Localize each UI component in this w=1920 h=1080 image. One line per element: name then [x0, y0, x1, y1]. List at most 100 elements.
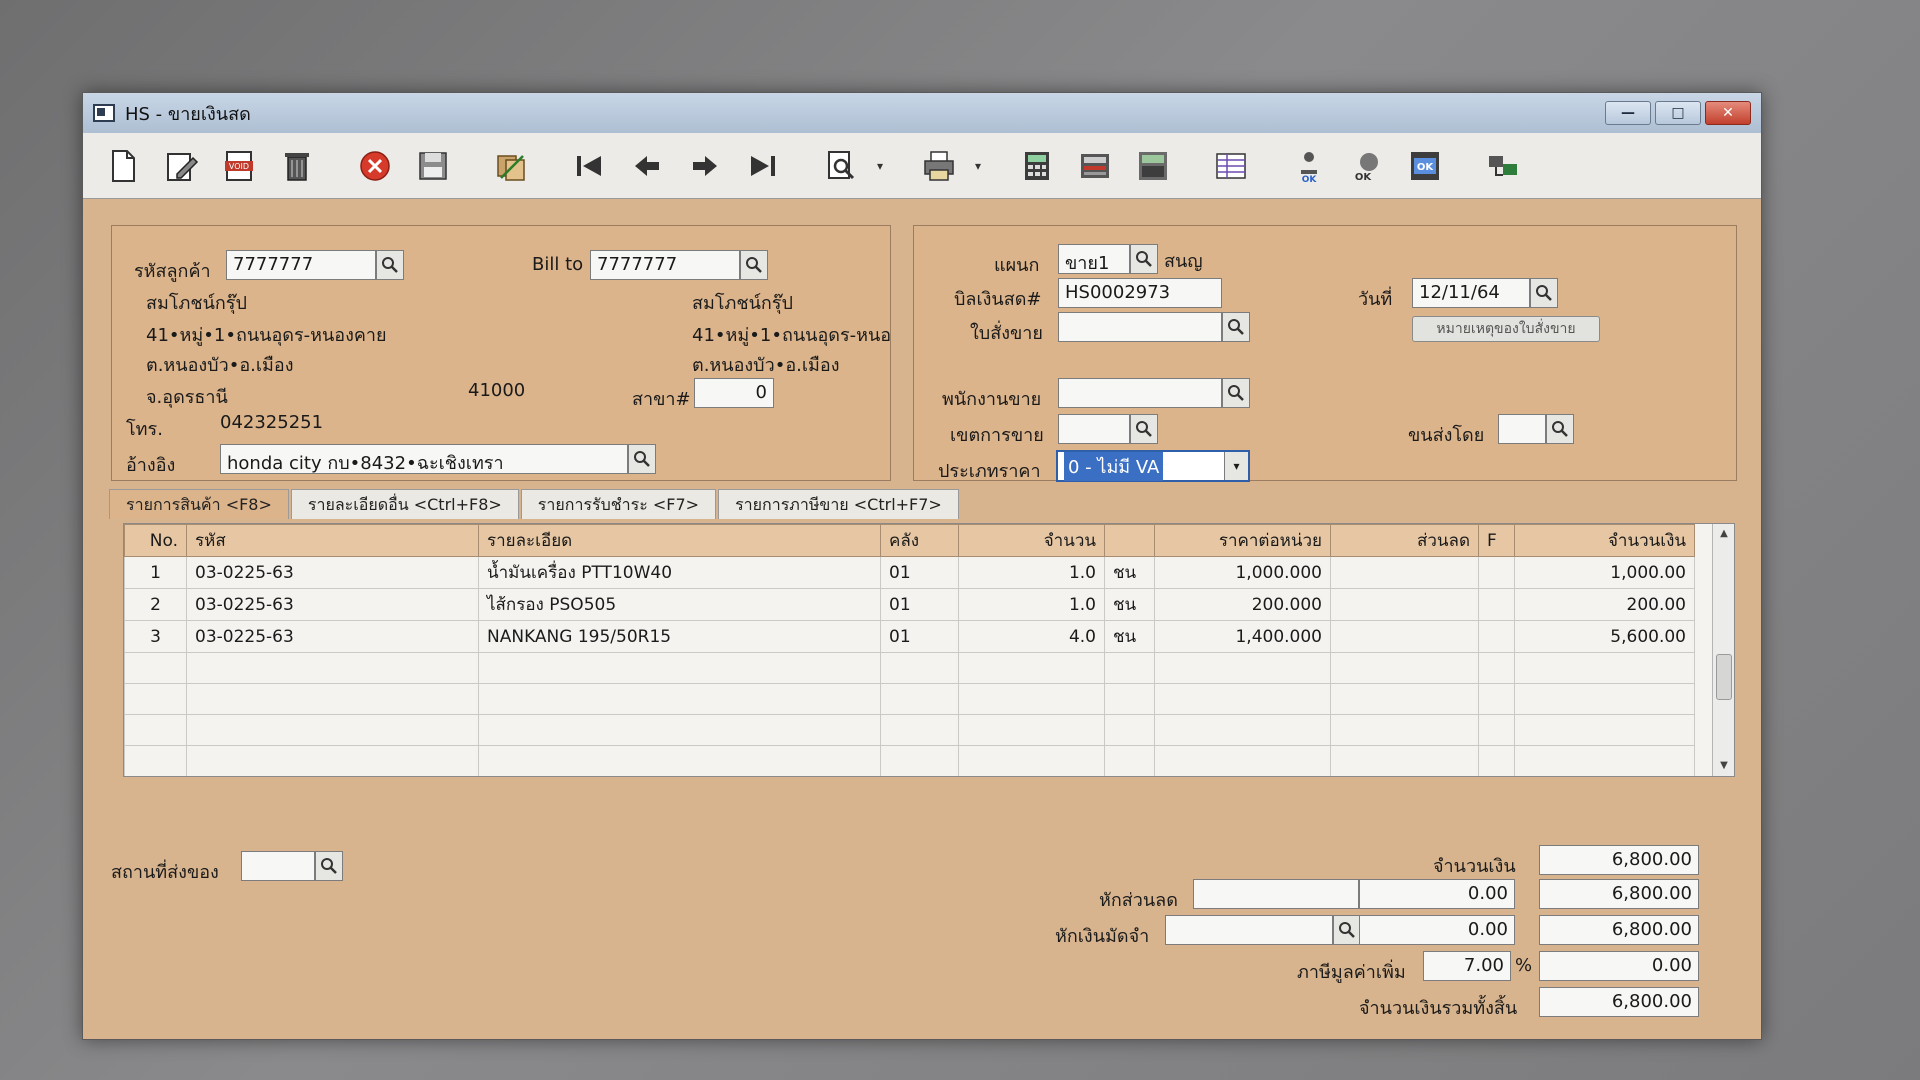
sales-order-search-icon[interactable] — [1222, 312, 1250, 342]
col-flag[interactable]: F — [1478, 524, 1515, 557]
window-title: HS - ขายเงินสด — [125, 103, 251, 125]
shipper-field[interactable] — [1498, 414, 1546, 444]
date-picker-icon[interactable] — [1530, 278, 1558, 308]
customer-code-field[interactable]: 7777777 — [226, 250, 376, 280]
department-search-icon[interactable] — [1130, 244, 1158, 274]
ok-icon[interactable]: OK — [1399, 141, 1451, 191]
deposit-search-icon[interactable] — [1333, 915, 1361, 945]
col-unit[interactable] — [1104, 524, 1155, 557]
price-type-value: 0 - ไม่มี VA — [1064, 451, 1164, 481]
balance-icon[interactable] — [1127, 141, 1179, 191]
tab-other-details[interactable]: รายละเอียดอื่น <Ctrl+F8> — [290, 489, 519, 519]
cell-unit: ชน — [1104, 588, 1155, 621]
discount-label: หักส่วนลด — [1099, 890, 1178, 911]
network-icon[interactable] — [1477, 141, 1529, 191]
grand-total-label: จำนวนเงินรวมทั้งสิ้น — [1359, 998, 1518, 1019]
table-row[interactable]: 1 03-0225-63 น้ำมันเครื่อง PTT10W40 01 1… — [124, 556, 1695, 589]
tab-product-items[interactable]: รายการสินค้า <F8> — [109, 489, 289, 519]
table-row[interactable] — [124, 652, 1695, 684]
billto-search-icon[interactable] — [740, 250, 768, 280]
scroll-up-icon[interactable]: ▲ — [1713, 524, 1734, 544]
customer-address-2: ต.หนองบัว•อ.เมือง — [146, 355, 294, 376]
sales-area-field[interactable] — [1058, 414, 1130, 444]
department-field[interactable]: ขาย1 — [1058, 244, 1130, 274]
table-row[interactable] — [124, 714, 1695, 746]
col-discount[interactable]: ส่วนลด — [1330, 524, 1479, 557]
sales-area-search-icon[interactable] — [1130, 414, 1158, 444]
col-amount[interactable]: จำนวนเงิน — [1514, 524, 1695, 557]
col-description[interactable]: รายละเอียด — [478, 524, 881, 557]
first-record-icon[interactable] — [563, 141, 615, 191]
scroll-down-icon[interactable]: ▼ — [1713, 756, 1734, 776]
maximize-button[interactable]: □ — [1655, 101, 1701, 125]
date-field[interactable]: 12/11/64 — [1412, 278, 1530, 308]
printer-icon[interactable] — [913, 141, 965, 191]
col-no[interactable]: No. — [124, 524, 187, 557]
close-button[interactable]: ✕ — [1705, 101, 1751, 125]
table-row[interactable] — [124, 683, 1695, 715]
search-document-icon[interactable] — [815, 141, 867, 191]
approve-icon[interactable]: OK — [1283, 141, 1335, 191]
col-unit-price[interactable]: ราคาต่อหน่วย — [1154, 524, 1331, 557]
table-row[interactable] — [124, 745, 1695, 776]
cell-no: 3 — [124, 620, 187, 653]
discount-text-field[interactable] — [1193, 879, 1359, 909]
branch-label: สาขา# — [632, 389, 691, 410]
cell-description: NANKANG 195/50R15 — [478, 620, 881, 653]
customer-search-icon[interactable] — [376, 250, 404, 280]
copy-transfer-icon[interactable] — [485, 141, 537, 191]
next-record-icon[interactable] — [679, 141, 731, 191]
tab-sales-tax[interactable]: รายการภาษีขาย <Ctrl+F7> — [718, 489, 959, 519]
cancel-icon[interactable] — [349, 141, 401, 191]
shipper-search-icon[interactable] — [1546, 414, 1574, 444]
cell-discount — [1330, 620, 1479, 653]
after-deposit-field: 6,800.00 — [1539, 915, 1699, 945]
edit-icon[interactable] — [155, 141, 207, 191]
cash-bill-field[interactable]: HS0002973 — [1058, 278, 1222, 308]
deposit-amount-field[interactable]: 0.00 — [1359, 915, 1515, 945]
delete-trash-icon[interactable] — [271, 141, 323, 191]
table-row[interactable]: 2 03-0225-63 ไส้กรอง PSO505 01 1.0 ชน 20… — [124, 588, 1695, 621]
col-code[interactable]: รหัส — [186, 524, 479, 557]
void-icon[interactable]: VOID — [213, 141, 265, 191]
tab-payments[interactable]: รายการรับชำระ <F7> — [520, 489, 717, 519]
save-icon[interactable] — [407, 141, 459, 191]
ship-place-search-icon[interactable] — [315, 851, 343, 881]
vat-rate-field[interactable]: 7.00 — [1423, 951, 1511, 981]
salesman-search-icon[interactable] — [1222, 378, 1250, 408]
app-icon — [93, 104, 115, 122]
col-warehouse[interactable]: คลัง — [880, 524, 959, 557]
minimize-button[interactable]: — — [1605, 101, 1651, 125]
reference-search-icon[interactable] — [628, 444, 656, 474]
sales-order-field[interactable] — [1058, 312, 1222, 342]
price-type-dropdown-arrow[interactable]: ▾ — [1224, 452, 1248, 480]
amount-field: 6,800.00 — [1539, 845, 1699, 875]
table-row[interactable]: 3 03-0225-63 NANKANG 195/50R15 01 4.0 ชน… — [124, 620, 1695, 653]
reference-field[interactable]: honda city กบ•8432•ฉะเชิงเทรา — [220, 444, 628, 474]
last-record-icon[interactable] — [737, 141, 789, 191]
billto-address-1: 41•หมู่•1•ถนนอุดร-หนอ — [692, 325, 892, 346]
col-quantity[interactable]: จำนวน — [958, 524, 1105, 557]
print-dropdown-arrow[interactable]: ▾ — [971, 141, 985, 191]
sales-order-note-button[interactable]: หมายเหตุของใบสั่งขาย — [1412, 316, 1600, 342]
register-icon[interactable] — [1069, 141, 1121, 191]
svg-text:VOID: VOID — [229, 162, 249, 171]
scroll-thumb[interactable] — [1716, 654, 1732, 700]
grid-scrollbar[interactable]: ▲ ▼ — [1712, 524, 1734, 776]
new-document-icon[interactable] — [97, 141, 149, 191]
deposit-text-field[interactable] — [1165, 915, 1333, 945]
calculator-icon[interactable] — [1011, 141, 1063, 191]
ship-place-field[interactable] — [241, 851, 315, 881]
pay-icon[interactable]: OK — [1341, 141, 1393, 191]
discount-amount-field[interactable]: 0.00 — [1359, 879, 1515, 909]
salesman-field[interactable] — [1058, 378, 1222, 408]
previous-record-icon[interactable] — [621, 141, 673, 191]
cell-discount — [1330, 556, 1479, 589]
price-type-select[interactable]: 0 - ไม่มี VA ▾ — [1056, 450, 1250, 482]
after-discount-field: 6,800.00 — [1539, 879, 1699, 909]
report-icon[interactable] — [1205, 141, 1257, 191]
search-dropdown-arrow[interactable]: ▾ — [873, 141, 887, 191]
branch-field[interactable]: 0 — [694, 378, 774, 408]
billto-code-field[interactable]: 7777777 — [590, 250, 740, 280]
customer-panel: รหัสลูกค้า 7777777 Bill to 7777777 สมโภช… — [111, 225, 891, 481]
